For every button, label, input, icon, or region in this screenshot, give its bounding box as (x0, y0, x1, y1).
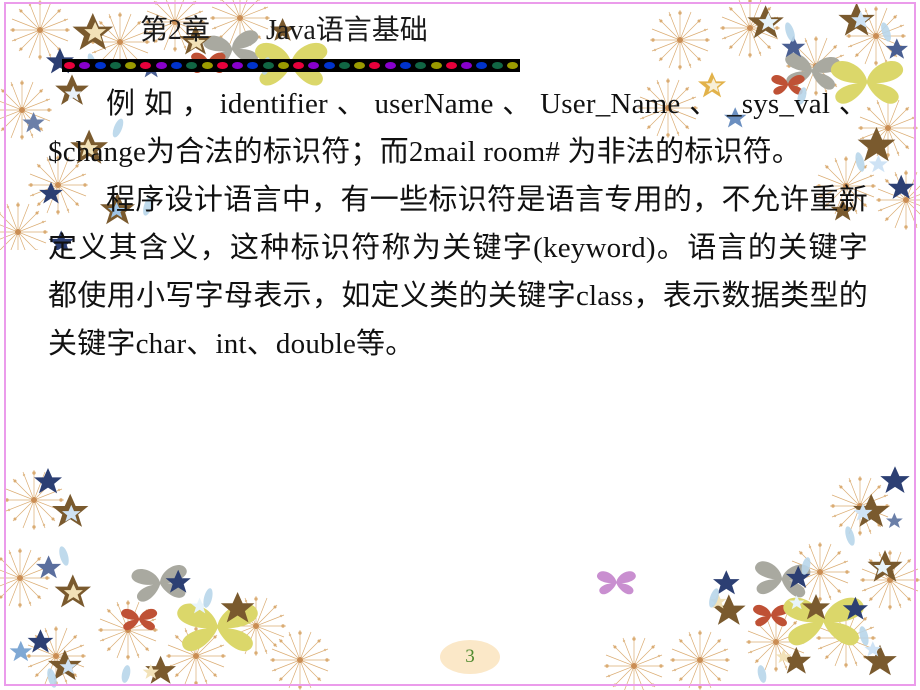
bead (109, 62, 121, 69)
bead (293, 62, 305, 69)
bead (155, 62, 167, 69)
bead (64, 62, 76, 69)
butterfly-violet-bottom-right (596, 571, 636, 595)
slide-canvas: 第2章 Java语言基础 例如，identifier、userName、User… (0, 0, 920, 690)
title-area: 第2章 Java语言基础 (0, 12, 920, 58)
decorative-bead-divider (62, 59, 520, 72)
page-title: 第2章 Java语言基础 (140, 15, 428, 46)
butterfly-yellow-bottom-left (177, 603, 258, 652)
bead (506, 62, 518, 69)
bead (476, 62, 488, 69)
decoration-bottom-left (0, 460, 340, 690)
bead (430, 62, 442, 69)
bead (354, 62, 366, 69)
bead (262, 62, 274, 69)
body-paragraph-1: 例如，identifier、userName、User_Name、_sys_va… (48, 88, 868, 168)
decoration-bottom-right (580, 460, 920, 690)
butterfly-orange-bottom-left (121, 608, 158, 631)
bead (140, 62, 152, 69)
star-cluster-bottom-left (9, 468, 255, 684)
bead (125, 62, 137, 69)
butterfly-grey-bottom-left (130, 564, 190, 603)
page-number-text: 3 (465, 646, 475, 667)
bead (216, 62, 228, 69)
bead (445, 62, 457, 69)
bead (308, 62, 320, 69)
bead (232, 62, 244, 69)
bead (186, 62, 198, 69)
star-cluster-bottom-right (709, 466, 910, 676)
bead (461, 62, 473, 69)
bead (384, 62, 396, 69)
butterfly-yellow-bottom-right (783, 597, 864, 646)
slide-body: 例如，identifier、userName、User_Name、_sys_va… (48, 80, 868, 368)
butterfly-grey-bottom-right (752, 560, 811, 599)
bead (201, 62, 213, 69)
bead (277, 62, 289, 69)
bead (338, 62, 350, 69)
page-number-badge: 3 (440, 640, 500, 674)
bead (369, 62, 381, 69)
bead (400, 62, 411, 69)
bead (415, 62, 427, 69)
bead (79, 62, 91, 69)
bead (491, 62, 503, 69)
butterfly-orange-bottom-right (753, 604, 790, 627)
bead (94, 62, 106, 69)
bead (171, 62, 182, 69)
body-paragraph-2: 程序设计语言中，有一些标识符是语言专用的，不允许重新定义其含义，这种标识符称为关… (48, 184, 868, 360)
bead (323, 62, 335, 69)
bead (247, 62, 259, 69)
